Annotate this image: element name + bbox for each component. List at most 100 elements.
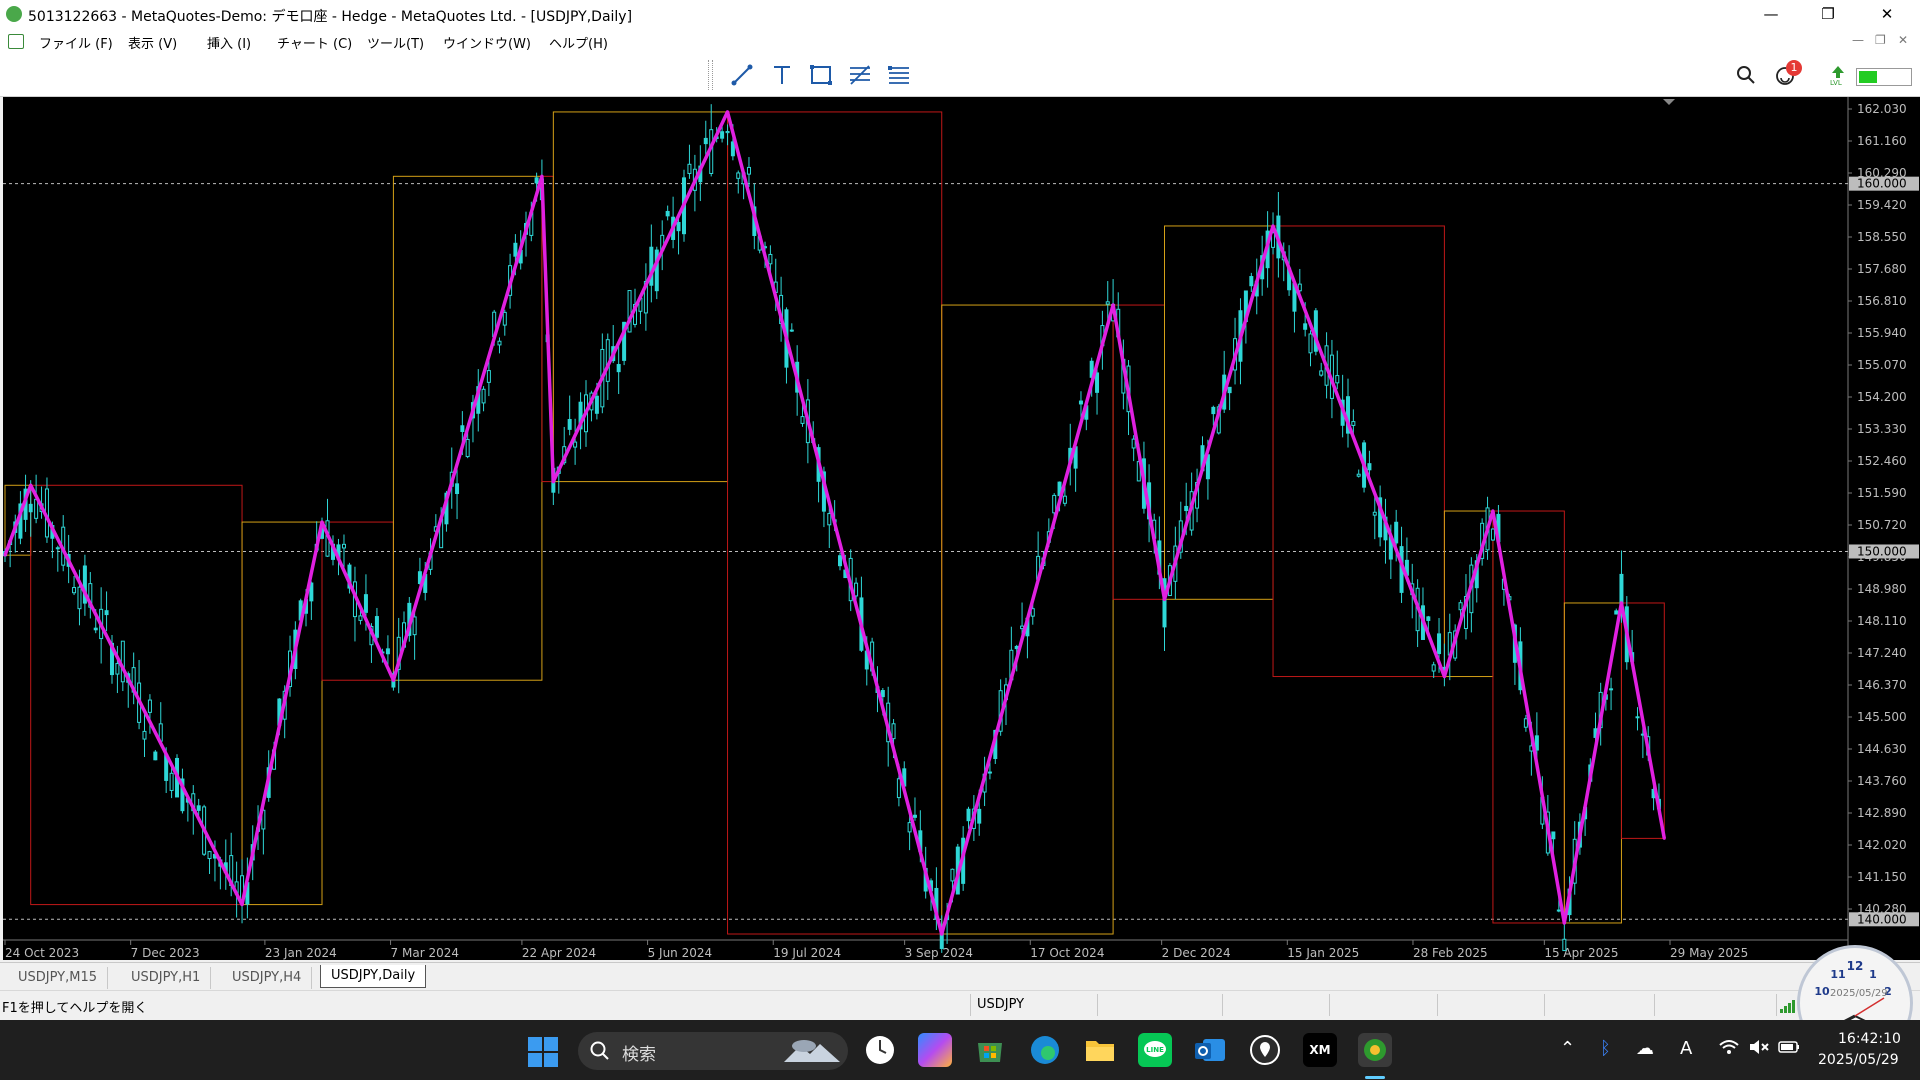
candle-body: [142, 730, 147, 740]
zigzag-point: [1562, 921, 1566, 925]
file-explorer-icon[interactable]: [1083, 1033, 1117, 1067]
taskbar-date[interactable]: 2025/05/29: [1818, 1052, 1899, 1068]
date-label: 5 Jun 2024: [648, 946, 713, 960]
candle-body: [950, 868, 955, 882]
candle-body: [374, 616, 379, 638]
price-label: 148.110: [1857, 614, 1907, 628]
candle-body: [1523, 718, 1528, 728]
ime-indicator[interactable]: A: [1680, 1038, 1692, 1059]
fibonacci-tool-icon[interactable]: [846, 62, 874, 88]
edge-browser-icon[interactable]: [1028, 1033, 1062, 1067]
date-label: 28 Feb 2025: [1413, 946, 1488, 960]
candle-body: [907, 822, 912, 833]
map-pin-app-icon[interactable]: [1248, 1033, 1282, 1067]
speaker-muted-icon[interactable]: [1748, 1038, 1770, 1061]
metatrader5-icon[interactable]: [1358, 1033, 1392, 1067]
chevron-up-icon[interactable]: ⌃: [1560, 1038, 1575, 1059]
date-label: 15 Jan 2025: [1287, 946, 1359, 960]
drawing-toolbar: 1 LVL: [0, 54, 1920, 97]
price-label: 155.940: [1857, 326, 1907, 340]
close-button[interactable]: ✕: [1864, 0, 1910, 29]
zigzag-point: [320, 520, 324, 524]
xm-trading-icon[interactable]: XM: [1303, 1033, 1337, 1067]
date-label: 23 Jan 2024: [265, 946, 337, 960]
candle-body: [72, 587, 77, 594]
trendline-tool-icon[interactable]: [728, 62, 756, 88]
candle-body: [385, 648, 390, 655]
rectangle-tool-icon[interactable]: [807, 62, 835, 88]
zigzag-point: [240, 903, 244, 907]
menu-insert[interactable]: 挿入 (I): [207, 33, 251, 52]
child-close-icon[interactable]: ✕: [1898, 33, 1908, 47]
price-label: 147.240: [1857, 646, 1907, 660]
chart-canvas[interactable]: 162.030161.160160.290159.420158.550157.6…: [3, 97, 1920, 960]
candle-body: [1458, 602, 1463, 611]
restore-button[interactable]: ❐: [1805, 0, 1851, 29]
candle-body: [1437, 633, 1442, 655]
minimize-button[interactable]: —: [1748, 0, 1794, 29]
status-help-text: F1を押してヘルプを開く: [2, 1001, 148, 1016]
taskbar-search-box[interactable]: 検索: [578, 1032, 848, 1070]
text-tool-icon[interactable]: [768, 62, 796, 88]
battery-icon[interactable]: [1778, 1038, 1802, 1061]
notification-badge: 1: [1786, 60, 1802, 76]
menu-view[interactable]: 表示 (V): [128, 33, 177, 52]
cloud-icon[interactable]: ☁: [1636, 1038, 1654, 1059]
candle-body: [1635, 716, 1640, 719]
candle-body: [77, 586, 82, 610]
price-chart[interactable]: 162.030 161.160 160.290 159.420 158.550 157.6…: [3, 97, 1920, 960]
connection-signal-icon: [1780, 999, 1796, 1017]
candle-body: [730, 141, 735, 157]
windows-start-icon[interactable]: [528, 1037, 558, 1071]
candle-body: [720, 131, 725, 139]
menu-help[interactable]: ヘルプ(H): [549, 33, 608, 52]
candle-body: [502, 311, 507, 326]
search-icon[interactable]: [1736, 65, 1756, 89]
menu-window[interactable]: ウインドウ(W): [443, 33, 531, 52]
zigzag-point: [1619, 601, 1623, 605]
candle-body: [1534, 735, 1539, 751]
candle-body: [676, 221, 681, 232]
price-label: 159.420: [1857, 198, 1907, 212]
menu-chart[interactable]: チャート (C): [277, 33, 352, 52]
tab-usdjpy-m15[interactable]: USDJPY,M15: [8, 967, 108, 989]
toolbar-grip[interactable]: [708, 60, 713, 90]
svg-text:1: 1: [1869, 968, 1877, 981]
store-icon[interactable]: [973, 1033, 1007, 1067]
copilot-icon[interactable]: [918, 1033, 952, 1067]
chart-shift-marker: [1663, 99, 1675, 105]
equidistant-channel-tool-icon[interactable]: [885, 62, 913, 88]
menu-file[interactable]: ファイル (F): [39, 33, 113, 52]
tab-usdjpy-daily[interactable]: USDJPY,Daily: [320, 965, 427, 988]
tab-usdjpy-h1[interactable]: USDJPY,H1: [121, 967, 212, 989]
taskbar-time[interactable]: 16:42:10: [1838, 1031, 1901, 1047]
candle-body: [1335, 375, 1340, 384]
date-label: 24 Oct 2023: [5, 946, 79, 960]
candle-body: [169, 772, 174, 791]
tab-usdjpy-h4[interactable]: USDJPY,H4: [222, 967, 313, 989]
clock-app-icon[interactable]: [863, 1033, 897, 1067]
bluetooth-icon[interactable]: ᛒ: [1600, 1038, 1611, 1059]
level-label: 140.000: [1857, 912, 1907, 926]
signal-level-icon[interactable]: LVL: [1828, 64, 1848, 90]
active-app-indicator: [1365, 1076, 1385, 1079]
candle-body: [567, 419, 572, 430]
candle-body: [1562, 938, 1567, 952]
zigzag-point: [1662, 836, 1666, 840]
child-minimize-icon[interactable]: —: [1852, 33, 1864, 47]
weather-mountain-icon: [784, 1038, 840, 1068]
menu-tools[interactable]: ツール(T): [367, 33, 424, 52]
wifi-icon[interactable]: [1718, 1038, 1740, 1061]
candle-body: [1394, 521, 1399, 544]
candle-body: [358, 615, 363, 621]
candle-body: [1249, 276, 1254, 287]
price-label: 150.720: [1857, 518, 1907, 532]
outlook-icon[interactable]: [1193, 1033, 1227, 1067]
price-label: 143.760: [1857, 774, 1907, 788]
svg-text:10: 10: [1814, 985, 1830, 998]
zigzag-point: [726, 110, 730, 114]
line-app-icon[interactable]: LINE: [1138, 1033, 1172, 1067]
child-restore-icon[interactable]: ❐: [1875, 33, 1886, 47]
candle-body: [573, 441, 578, 448]
candle-body: [1303, 323, 1308, 330]
